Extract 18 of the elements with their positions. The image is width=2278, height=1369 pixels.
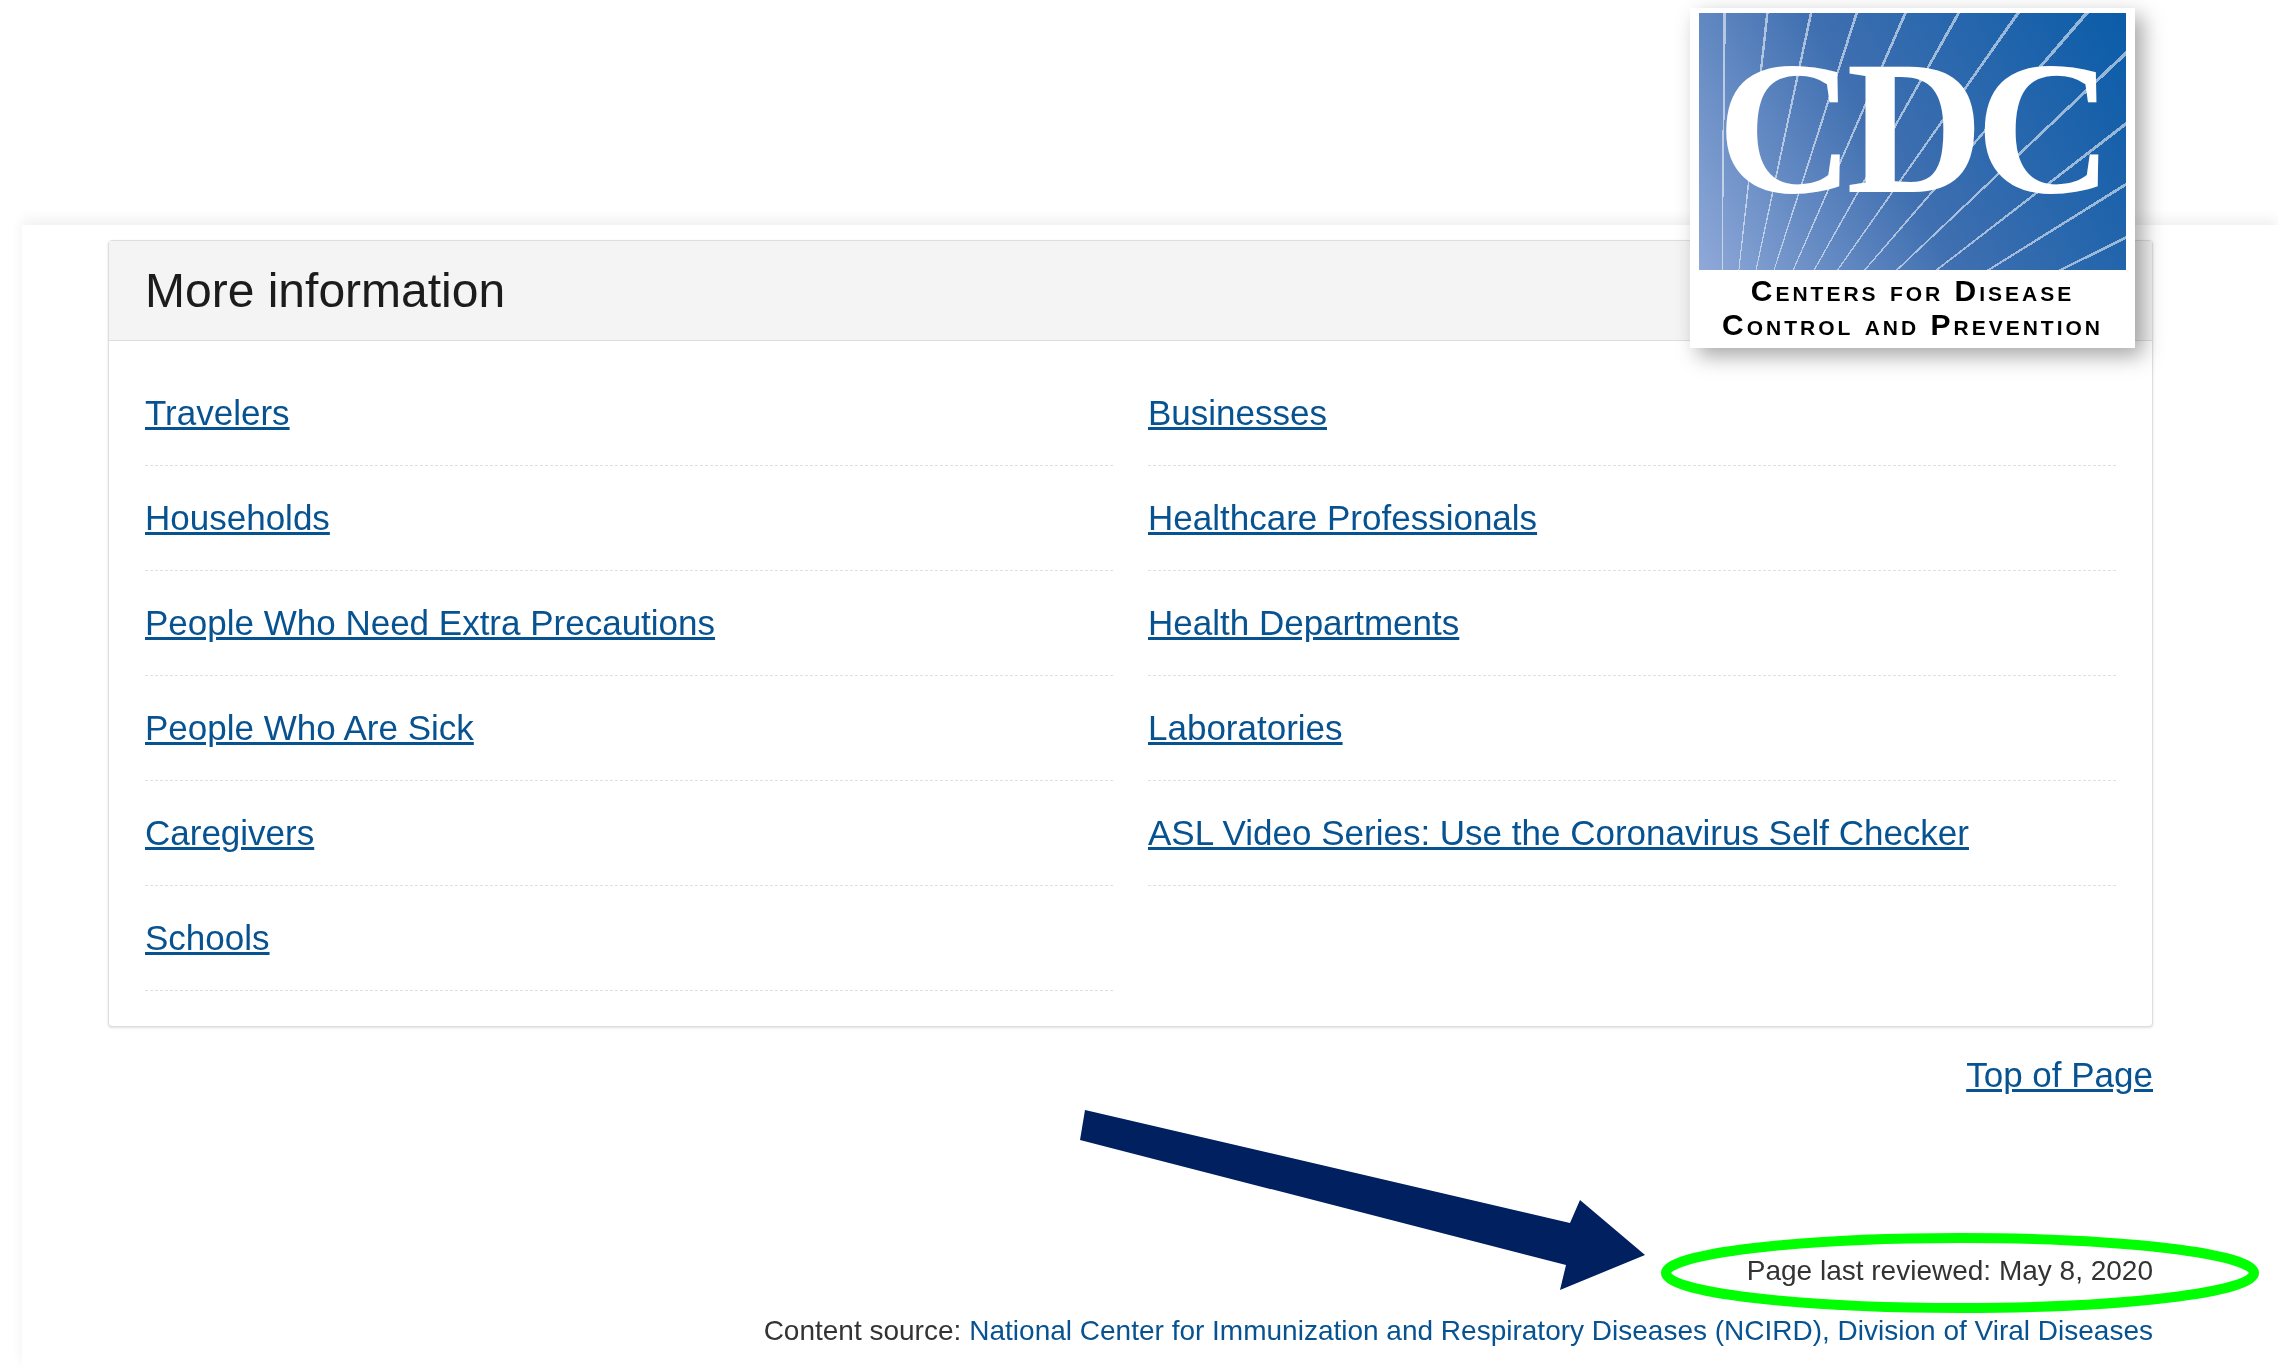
top-of-page-link[interactable]: Top of Page (1966, 1049, 2153, 1102)
panel-title: More information (145, 262, 506, 319)
last-reviewed-text: Page last reviewed: May 8, 2020 (1746, 1253, 2153, 1288)
info-link[interactable]: ASL Video Series: Use the Coronavirus Self Checker (1148, 806, 1969, 860)
logo-line: Control and Prevention (1722, 308, 2103, 342)
info-link[interactable]: People Who Need Extra Precautions (145, 596, 716, 650)
info-link[interactable]: People Who Are Sick (145, 701, 474, 755)
info-link[interactable]: Laboratories (1148, 701, 1343, 755)
info-link[interactable]: Health Departments (1148, 596, 1460, 650)
logo-line: Centers for Disease (1750, 274, 2075, 308)
content-source-label: Content source: (763, 1313, 962, 1348)
info-link[interactable]: Schools (145, 911, 270, 965)
info-link[interactable]: Travelers (145, 386, 290, 440)
info-link[interactable]: Households (145, 491, 330, 545)
info-link[interactable]: Businesses (1148, 386, 1327, 440)
content-source-link[interactable]: National Center for Immunization and Respiratory Diseases (NCIRD), Division of Viral Diseases (969, 1309, 2153, 1352)
info-link[interactable]: Caregivers (145, 806, 315, 860)
info-link[interactable]: Healthcare Professionals (1148, 491, 1538, 545)
